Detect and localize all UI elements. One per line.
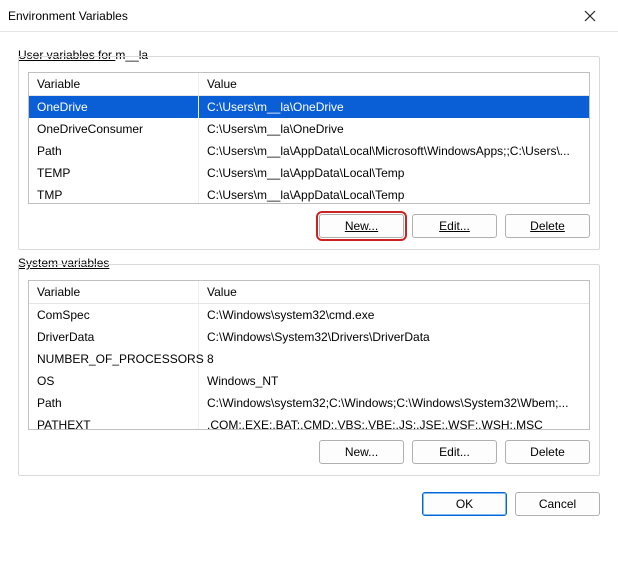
user-button-row: New... Edit... Delete bbox=[28, 214, 590, 238]
system-list-header: Variable Value bbox=[29, 281, 589, 304]
close-button[interactable] bbox=[570, 0, 610, 32]
user-variables-legend-prefix: User variables for bbox=[18, 48, 115, 62]
user-list-header: Variable Value bbox=[29, 73, 589, 96]
variable-name-cell: Path bbox=[29, 392, 199, 414]
variable-value-cell: C:\Users\m__la\OneDrive bbox=[199, 118, 589, 140]
table-row[interactable]: PathC:\Windows\system32;C:\Windows;C:\Wi… bbox=[29, 392, 589, 414]
table-row[interactable]: PATHEXT.COM;.EXE;.BAT;.CMD;.VBS;.VBE;.JS… bbox=[29, 414, 589, 430]
system-variables-group: System variables Variable Value ComSpecC… bbox=[18, 264, 600, 476]
variable-value-cell: C:\Windows\system32\cmd.exe bbox=[199, 304, 589, 326]
table-row[interactable]: PathC:\Users\m__la\AppData\Local\Microso… bbox=[29, 140, 589, 162]
variable-value-cell: C:\Users\m__la\AppData\Local\Temp bbox=[199, 162, 589, 184]
system-delete-button[interactable]: Delete bbox=[505, 440, 590, 464]
variable-name-cell: Path bbox=[29, 140, 199, 162]
table-row[interactable]: NUMBER_OF_PROCESSORS8 bbox=[29, 348, 589, 370]
variable-value-cell: Windows_NT bbox=[199, 370, 589, 392]
close-icon bbox=[584, 10, 596, 22]
system-col-variable[interactable]: Variable bbox=[29, 281, 199, 303]
variable-value-cell: .COM;.EXE;.BAT;.CMD;.VBS;.VBE;.JS;.JSE;.… bbox=[199, 414, 589, 430]
system-variables-legend: System variables bbox=[18, 256, 113, 270]
user-col-value[interactable]: Value bbox=[199, 73, 589, 95]
variable-name-cell: DriverData bbox=[29, 326, 199, 348]
window-title: Environment Variables bbox=[8, 9, 570, 23]
user-variables-list[interactable]: Variable Value OneDriveC:\Users\m__la\On… bbox=[28, 72, 590, 204]
dialog-button-row: OK Cancel bbox=[18, 492, 600, 516]
cancel-button[interactable]: Cancel bbox=[515, 492, 600, 516]
user-variables-group: User variables for m__la Variable Value … bbox=[18, 56, 600, 250]
system-edit-button[interactable]: Edit... bbox=[412, 440, 497, 464]
user-edit-button[interactable]: Edit... bbox=[412, 214, 497, 238]
variable-value-cell: C:\Users\m__la\OneDrive bbox=[199, 96, 589, 118]
table-row[interactable]: DriverDataC:\Windows\System32\Drivers\Dr… bbox=[29, 326, 589, 348]
table-row[interactable]: OSWindows_NT bbox=[29, 370, 589, 392]
user-variables-legend: User variables for m__la bbox=[18, 48, 152, 62]
table-row[interactable]: OneDriveC:\Users\m__la\OneDrive bbox=[29, 96, 589, 118]
variable-name-cell: ComSpec bbox=[29, 304, 199, 326]
variable-value-cell: 8 bbox=[199, 348, 589, 370]
user-variables-legend-user: m__la bbox=[115, 48, 148, 62]
table-row[interactable]: TMPC:\Users\m__la\AppData\Local\Temp bbox=[29, 184, 589, 204]
variable-name-cell: OneDrive bbox=[29, 96, 199, 118]
table-row[interactable]: OneDriveConsumerC:\Users\m__la\OneDrive bbox=[29, 118, 589, 140]
variable-value-cell: C:\Users\m__la\AppData\Local\Temp bbox=[199, 184, 589, 204]
user-delete-button[interactable]: Delete bbox=[505, 214, 590, 238]
variable-name-cell: PATHEXT bbox=[29, 414, 199, 430]
variable-name-cell: OneDriveConsumer bbox=[29, 118, 199, 140]
system-col-value[interactable]: Value bbox=[199, 281, 589, 303]
variable-value-cell: C:\Windows\System32\Drivers\DriverData bbox=[199, 326, 589, 348]
ok-button[interactable]: OK bbox=[422, 492, 507, 516]
titlebar: Environment Variables bbox=[0, 0, 618, 32]
variable-value-cell: C:\Users\m__la\AppData\Local\Microsoft\W… bbox=[199, 140, 589, 162]
dialog-content: User variables for m__la Variable Value … bbox=[0, 32, 618, 532]
table-row[interactable]: TEMPC:\Users\m__la\AppData\Local\Temp bbox=[29, 162, 589, 184]
variable-value-cell: C:\Windows\system32;C:\Windows;C:\Window… bbox=[199, 392, 589, 414]
variable-name-cell: TEMP bbox=[29, 162, 199, 184]
system-new-button[interactable]: New... bbox=[319, 440, 404, 464]
variable-name-cell: TMP bbox=[29, 184, 199, 204]
user-new-button[interactable]: New... bbox=[319, 214, 404, 238]
system-variables-list[interactable]: Variable Value ComSpecC:\Windows\system3… bbox=[28, 280, 590, 430]
user-col-variable[interactable]: Variable bbox=[29, 73, 199, 95]
table-row[interactable]: ComSpecC:\Windows\system32\cmd.exe bbox=[29, 304, 589, 326]
system-button-row: New... Edit... Delete bbox=[28, 440, 590, 464]
variable-name-cell: OS bbox=[29, 370, 199, 392]
variable-name-cell: NUMBER_OF_PROCESSORS bbox=[29, 348, 199, 370]
